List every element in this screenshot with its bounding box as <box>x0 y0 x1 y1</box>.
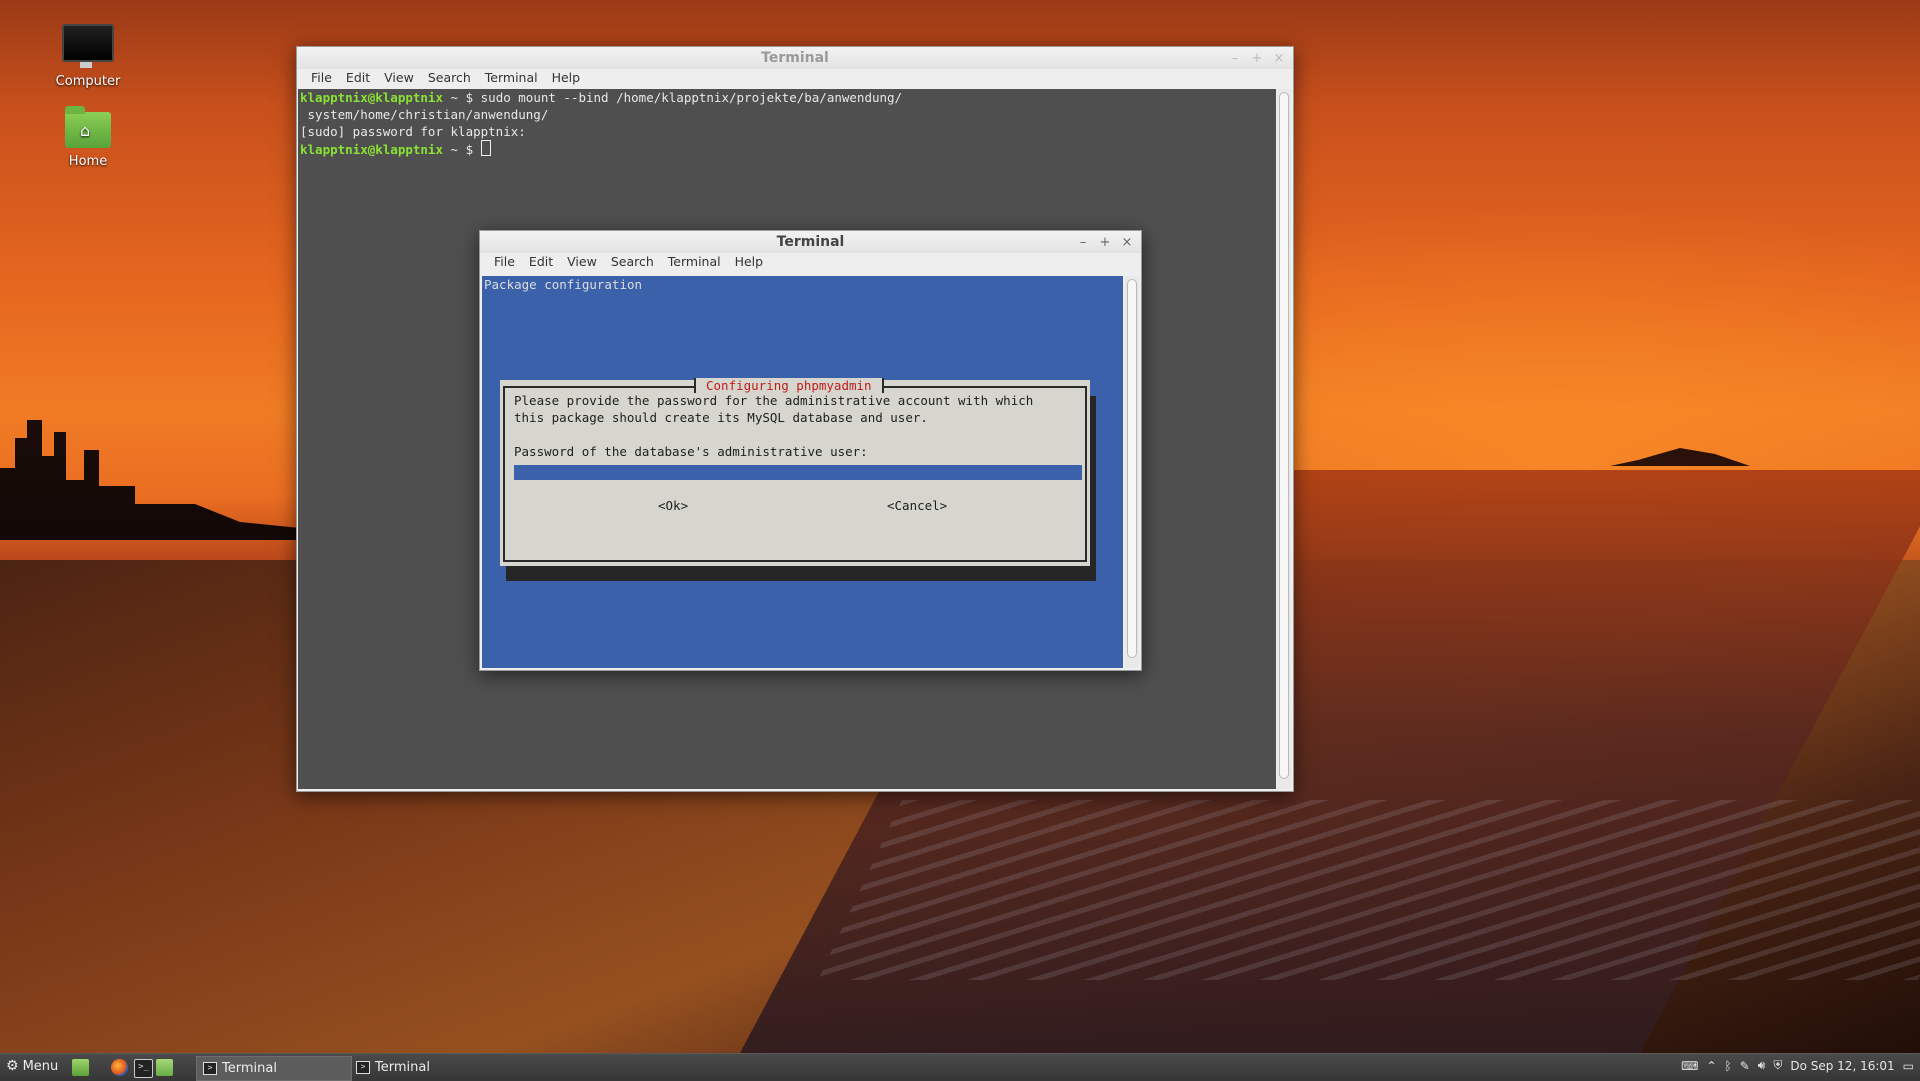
text-cursor <box>480 140 491 156</box>
scrollbar-thumb[interactable] <box>1279 92 1289 779</box>
terminal-icon: > <box>203 1062 217 1075</box>
scrollbar[interactable] <box>1125 276 1139 668</box>
gear-icon: ⚙ <box>6 1058 19 1074</box>
terminal-line: [sudo] password for klapptnix: <box>300 124 526 139</box>
menu-search[interactable]: Search <box>422 69 477 87</box>
maximize-button[interactable]: + <box>1099 235 1111 250</box>
notifications-icon[interactable]: ▭ <box>1903 1059 1914 1073</box>
city-skyline <box>0 420 300 540</box>
taskbar-menu-button[interactable]: ⚙ Menu <box>6 1058 58 1074</box>
menu-help[interactable]: Help <box>729 253 770 271</box>
pen-icon[interactable]: ✎ <box>1740 1059 1750 1073</box>
close-button[interactable]: × <box>1121 235 1133 250</box>
minimize-button[interactable]: – <box>1077 235 1089 250</box>
maximize-button[interactable]: + <box>1251 51 1263 66</box>
system-tray: ⌨ ⌃ ᛒ ✎ 🔊︎ ⛨ Do Sep 12, 16:01 ▭ <box>1681 1058 1920 1073</box>
wave-foam <box>818 800 1920 980</box>
ok-button[interactable]: <Ok> <box>658 498 688 514</box>
menu-view[interactable]: View <box>561 253 603 271</box>
menu-label: Menu <box>22 1058 59 1074</box>
terminal-window-front[interactable]: Terminal – + × File Edit View Search Ter… <box>479 230 1142 671</box>
taskbar-item-label: Terminal <box>222 1061 277 1076</box>
volume-icon[interactable]: 🔊︎ <box>1758 1058 1766 1073</box>
firefox-icon[interactable] <box>111 1059 128 1076</box>
chevron-up-icon[interactable]: ⌃ <box>1706 1059 1716 1073</box>
window-title: Terminal <box>761 50 829 66</box>
menu-view[interactable]: View <box>378 69 420 87</box>
dialog-title: Configuring phpmyadmin <box>694 378 884 393</box>
shield-icon[interactable]: ⛨ <box>1773 1058 1782 1073</box>
menu-bar: File Edit View Search Terminal Help <box>297 69 1293 87</box>
password-input[interactable] <box>514 465 1082 480</box>
close-button[interactable]: × <box>1273 51 1285 66</box>
menu-file[interactable]: File <box>305 69 338 87</box>
desktop-icon-home[interactable]: ⌂ Home <box>33 106 143 169</box>
computer-icon <box>62 24 114 68</box>
taskbar-item-label: Terminal <box>375 1060 430 1075</box>
terminal-line: klapptnix@klapptnix ~ $ <box>300 140 491 158</box>
taskbar-item-terminal[interactable]: > Terminal <box>196 1056 352 1081</box>
scrollbar[interactable] <box>1277 89 1291 789</box>
cancel-button[interactable]: <Cancel> <box>887 498 947 514</box>
show-desktop-icon[interactable] <box>72 1059 89 1076</box>
package-configuration-title: Package configuration <box>484 277 643 292</box>
home-folder-icon: ⌂ <box>65 106 111 148</box>
minimize-button[interactable]: – <box>1229 51 1241 66</box>
menu-edit[interactable]: Edit <box>523 253 559 271</box>
desktop-icon-label: Home <box>68 154 108 169</box>
island-silhouette <box>1610 448 1750 466</box>
configuring-dialog: Configuring phpmyadmin Please provide th… <box>500 378 1090 566</box>
desktop-icon-computer[interactable]: Computer <box>33 24 143 89</box>
menu-help[interactable]: Help <box>546 69 587 87</box>
window-titlebar[interactable]: Terminal – + × <box>297 47 1293 69</box>
terminal-launcher-icon[interactable]: >_ <box>134 1059 153 1078</box>
menu-search[interactable]: Search <box>605 253 660 271</box>
menu-edit[interactable]: Edit <box>340 69 376 87</box>
package-configuration-screen: Package configuration Configuring phpmya… <box>482 276 1123 668</box>
terminal-line: klapptnix@klapptnix ~ $ sudo mount --bin… <box>300 90 903 105</box>
taskbar-item-terminal[interactable]: > Terminal <box>350 1056 504 1079</box>
menu-bar: File Edit View Search Terminal Help <box>480 253 1141 271</box>
scrollbar-thumb[interactable] <box>1127 279 1137 658</box>
bluetooth-icon[interactable]: ᛒ <box>1725 1059 1732 1073</box>
desktop-icon-label: Computer <box>55 74 121 89</box>
window-title: Terminal <box>776 234 845 250</box>
menu-file[interactable]: File <box>488 253 521 271</box>
dialog-message-line: this package should create its MySQL dat… <box>514 410 928 425</box>
clock[interactable]: Do Sep 12, 16:01 <box>1790 1059 1894 1073</box>
password-prompt-label: Password of the database's administrativ… <box>514 444 868 459</box>
dialog-message-line: Please provide the password for the admi… <box>514 393 1034 408</box>
terminal-icon: > <box>356 1061 370 1074</box>
menu-terminal[interactable]: Terminal <box>479 69 544 87</box>
taskbar: ⚙ Menu >_ > Terminal > Terminal ⌨ ⌃ ᛒ ✎ … <box>0 1053 1920 1081</box>
terminal-line: system/home/christian/anwendung/ <box>300 107 549 122</box>
keyboard-icon[interactable]: ⌨ <box>1681 1059 1698 1073</box>
files-launcher-icon[interactable] <box>156 1059 173 1076</box>
window-titlebar[interactable]: Terminal – + × <box>480 231 1141 253</box>
menu-terminal[interactable]: Terminal <box>662 253 727 271</box>
